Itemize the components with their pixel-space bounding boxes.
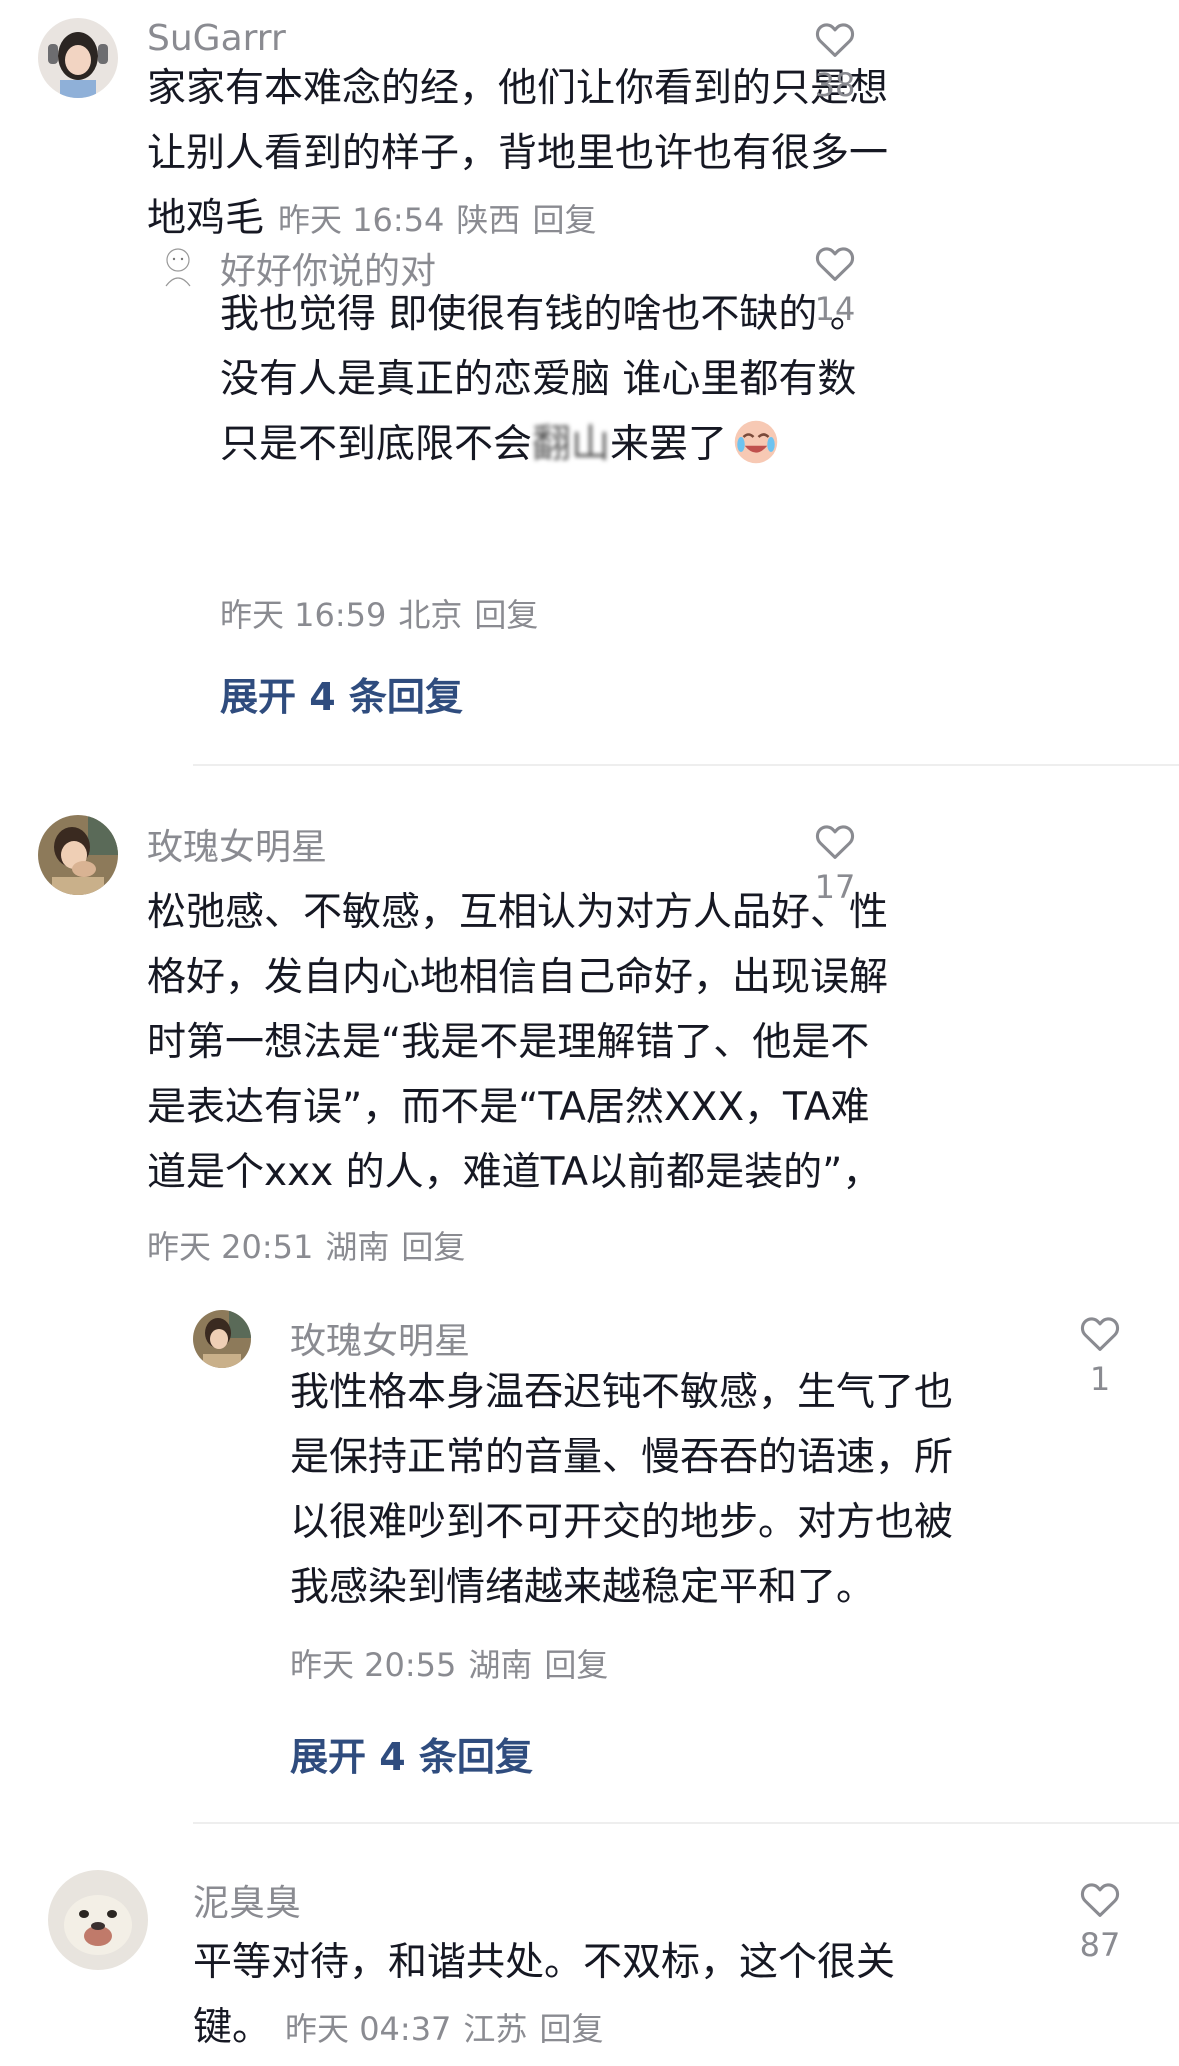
divider: [193, 1822, 1179, 1824]
comment-time: 昨天 04:37: [285, 2010, 452, 2048]
avatar[interactable]: [38, 18, 118, 98]
heart-outline-icon: [1080, 1883, 1120, 1917]
like-button[interactable]: 87: [1060, 1880, 1140, 1964]
avatar-image: [152, 240, 204, 292]
comment-username[interactable]: 玫瑰女明星: [147, 818, 327, 870]
like-count: 1: [1089, 1360, 1111, 1398]
comment-location: 江苏: [463, 2010, 528, 2048]
reply-button[interactable]: 回复: [544, 1646, 608, 1684]
reply-avatar[interactable]: [193, 1310, 251, 1368]
reply-meta: 昨天 20:55 湖南 回复: [290, 1640, 620, 1686]
reply-text: 我性格本身温吞迟钝不敏感，生气了也 是保持正常的音量、慢吞吞的语速，所 以很难吵…: [290, 1370, 954, 1610]
comment-text: 平等对待，和谐共处。不双标，这个很关 键。 昨天 04:37 江苏 回复: [193, 1940, 896, 2050]
like-button[interactable]: 14: [795, 244, 875, 328]
comment-time: 昨天 20:51: [147, 1228, 314, 1266]
reply-text: 我也觉得 即使很有钱的啥也不缺的 。 没有人是真正的恋爱脑 谁心里都有数 只是不…: [220, 282, 869, 477]
like-count: 14: [814, 290, 856, 328]
comment-username[interactable]: 泥臭臭: [193, 1874, 301, 1926]
avatar-image: [48, 1870, 148, 1970]
like-button[interactable]: 17: [795, 822, 875, 906]
divider: [193, 764, 1179, 766]
comment-meta: 昨天 04:37 江苏 回复: [285, 2010, 615, 2048]
like-button[interactable]: 38: [795, 20, 875, 104]
like-count: 87: [1079, 1926, 1121, 1964]
reply-button[interactable]: 回复: [401, 1228, 465, 1266]
avatar-image: [38, 18, 118, 98]
avatar[interactable]: [38, 815, 118, 895]
avatar[interactable]: [48, 1870, 148, 1970]
like-count: 17: [814, 868, 856, 906]
expand-replies-link[interactable]: 展开 4 条回复: [290, 1726, 533, 1781]
heart-outline-icon: [815, 825, 855, 859]
reply-button[interactable]: 回复: [532, 201, 596, 239]
crying-laughing-emoji-icon: [734, 420, 778, 464]
comment-text: 松弛感、不敏感，互相认为对方人品好、性 格好，发自内心地相信自己命好，出现误解 …: [147, 890, 889, 1195]
comment-location: 湖南: [325, 1228, 390, 1266]
comment-time: 昨天 16:54: [278, 201, 445, 239]
reply-meta: 昨天 16:59 北京 回复: [220, 590, 550, 636]
avatar-image: [38, 815, 118, 895]
heart-outline-icon: [815, 23, 855, 57]
reply-button[interactable]: 回复: [474, 596, 538, 634]
comment-meta: 昨天 20:51 湖南 回复: [147, 1222, 477, 1268]
heart-outline-icon: [815, 247, 855, 281]
reply-time: 昨天 16:59: [220, 596, 387, 634]
reply-location: 北京: [398, 596, 463, 634]
like-button[interactable]: 1: [1060, 1314, 1140, 1398]
reply-time: 昨天 20:55: [290, 1646, 457, 1684]
reply-username[interactable]: 玫瑰女明星: [290, 1312, 470, 1364]
comment-meta: 昨天 16:54 陕西 回复: [278, 201, 608, 239]
comment-username[interactable]: SuGarrr: [147, 18, 286, 59]
comment-location: 陕西: [456, 201, 521, 239]
blurred-text: 翻山: [532, 422, 611, 467]
reply-avatar[interactable]: [152, 240, 204, 292]
comment-text: 家家有本难念的经，他们让你看到的只是想 让别人看到的样子，背地里也许也有很多一 …: [147, 66, 889, 241]
reply-location: 湖南: [468, 1646, 533, 1684]
like-count: 38: [814, 66, 856, 104]
reply-button[interactable]: 回复: [539, 2010, 603, 2048]
expand-replies-link[interactable]: 展开 4 条回复: [220, 666, 463, 721]
heart-outline-icon: [1080, 1317, 1120, 1351]
avatar-image: [193, 1310, 251, 1368]
